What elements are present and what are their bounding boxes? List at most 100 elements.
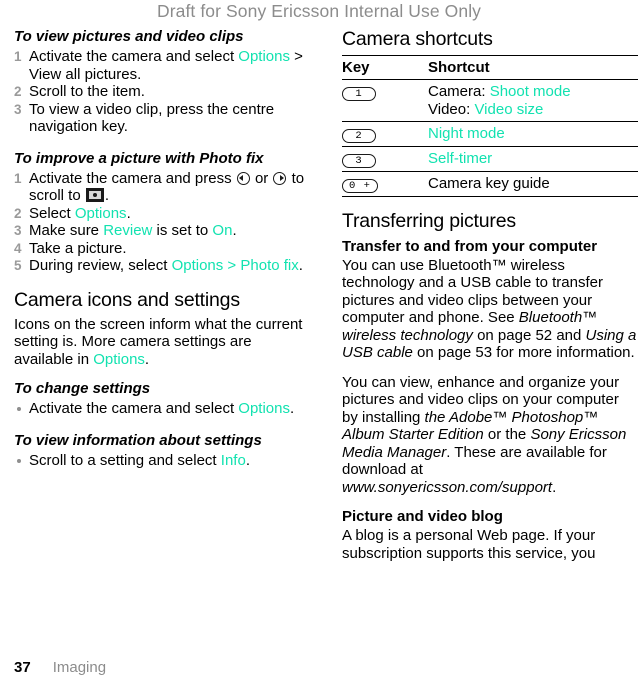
- step-text-post: .: [232, 222, 237, 239]
- bullet-text-post: .: [245, 451, 250, 469]
- bullet-text-pre: Scroll to a setting and select: [29, 451, 221, 469]
- subheading-picture-video-blog: Picture and video blog: [342, 508, 503, 526]
- table-cell-key: 0 +: [342, 171, 428, 198]
- keypad-key-icon: 0 +: [342, 179, 378, 194]
- procedure-heading-change-settings: To change settings: [14, 380, 151, 398]
- section-heading-camera-icons: Camera icons and settings: [14, 288, 240, 311]
- navigation-key-left-icon: [236, 171, 250, 185]
- camera-shortcuts-table: Key Shortcut 1 Camera: Shoot mode Video:…: [342, 55, 638, 198]
- step-text-pre: To view a video clip, press the centre n…: [29, 100, 275, 136]
- step-text-pre: Take a picture.: [29, 239, 127, 257]
- chapter-name: Imaging: [52, 659, 107, 676]
- table-row: 3 Self-timer: [342, 146, 638, 173]
- step-item: To view a video clip, press the centre n…: [14, 101, 310, 136]
- page-footer: 37 Imaging: [14, 659, 106, 676]
- ui-link-options[interactable]: Options: [238, 48, 290, 65]
- table-cell-key: 1: [342, 79, 428, 123]
- table-cell-shortcut: Self-timer: [428, 146, 638, 173]
- steps-view-pictures: Activate the camera and select Options >…: [14, 48, 310, 136]
- section-heading-transferring-pictures: Transferring pictures: [342, 210, 516, 233]
- ui-link-options[interactable]: Options: [93, 351, 145, 368]
- ui-link-video-size[interactable]: Video size: [474, 101, 543, 118]
- shortcut-label: Camera key guide: [428, 175, 550, 193]
- step-text-post: .: [104, 187, 110, 204]
- paragraph-camera-icons: Icons on the screen inform what the curr…: [14, 316, 310, 369]
- draft-watermark: Draft for Sony Ericsson Internal Use Onl…: [156, 1, 482, 21]
- procedure-heading-view-pictures: To view pictures and video clips: [14, 28, 244, 45]
- shortcut-label: Camera:: [428, 83, 490, 101]
- ui-link-on[interactable]: On: [212, 222, 232, 239]
- table-row: 2 Night mode: [342, 121, 638, 148]
- paragraph-text-d: .: [552, 478, 557, 496]
- step-item: Activate the camera and press or to scro…: [14, 170, 310, 205]
- bullet-text-pre: Activate the camera and select: [29, 400, 239, 418]
- step-text-pre: Make sure: [29, 222, 104, 239]
- step-item: Make sure Review is set to On.: [14, 222, 310, 240]
- section-heading-camera-shortcuts: Camera shortcuts: [342, 28, 493, 50]
- table-cell-shortcut: Night mode: [428, 121, 638, 148]
- paragraph-text-c: on page 53 for more information.: [412, 344, 635, 362]
- paragraph-text-b: on page 52 and: [472, 326, 586, 344]
- ui-link-options[interactable]: Options: [238, 400, 290, 417]
- camera-icon: [85, 188, 104, 202]
- support-url[interactable]: www.sonyericsson.com/support: [342, 479, 552, 496]
- table-header-row: Key Shortcut: [342, 55, 638, 81]
- procedure-heading-view-info: To view information about settings: [14, 431, 262, 449]
- table-row: 0 + Camera key guide: [342, 171, 638, 198]
- step-item: Scroll to the item.: [14, 83, 310, 101]
- step-text-pre: During review, select: [29, 257, 172, 274]
- paragraph-text-b: or the: [483, 426, 531, 444]
- step-text-mid: or: [250, 169, 273, 187]
- paragraph-software: You can view, enhance and organize your …: [342, 374, 638, 497]
- ui-link-night-mode[interactable]: Night mode: [428, 125, 505, 142]
- list-item: Scroll to a setting and select Info.: [14, 452, 310, 470]
- paragraph-blog: A blog is a personal Web page. If your s…: [342, 527, 596, 562]
- procedure-heading-photo-fix: To improve a picture with Photo fix: [14, 149, 264, 167]
- ui-link-options[interactable]: Options: [75, 205, 127, 222]
- step-text-post: .: [298, 257, 303, 274]
- step-text-pre: Select: [29, 204, 75, 222]
- manual-page: Draft for Sony Ericsson Internal Use Onl…: [0, 0, 638, 685]
- paragraph-text-pre: Icons on the screen inform what the curr…: [14, 315, 303, 368]
- table-cell-key: 2: [342, 121, 428, 148]
- keypad-key-icon: 3: [342, 154, 376, 169]
- shortcut-label: Video:: [428, 100, 475, 118]
- keypad-key-icon: 1: [342, 87, 376, 102]
- step-text-mid: >: [223, 257, 241, 274]
- step-text-pre: Activate the camera and press: [29, 169, 236, 187]
- table-cell-shortcut: Camera: Shoot mode Video: Video size: [428, 79, 638, 123]
- step-item: During review, select Options > Photo fi…: [14, 257, 310, 275]
- step-item: Select Options.: [14, 205, 310, 223]
- step-text-mid: is set to: [152, 222, 213, 239]
- ui-link-photo-fix[interactable]: Photo fix: [240, 257, 298, 274]
- column-header-shortcut: Shortcut: [428, 55, 638, 81]
- paragraph-text-post: .: [144, 350, 150, 368]
- bullet-text-post: .: [289, 400, 295, 418]
- step-item: Take a picture.: [14, 240, 310, 258]
- step-item: Activate the camera and select Options >…: [14, 48, 310, 83]
- list-item: Activate the camera and select Options.: [14, 400, 310, 418]
- right-column: Camera shortcuts Key Shortcut 1 Camera: …: [342, 28, 638, 562]
- table-cell-key: 3: [342, 146, 428, 173]
- steps-photo-fix: Activate the camera and press or to scro…: [14, 170, 310, 275]
- ui-link-review[interactable]: Review: [103, 222, 152, 239]
- step-text-pre: Activate the camera and select: [29, 48, 239, 65]
- ui-link-options[interactable]: Options: [172, 257, 224, 274]
- bullets-view-info: Scroll to a setting and select Info.: [14, 452, 310, 470]
- step-text-pre: Scroll to the item.: [29, 83, 145, 100]
- subheading-transfer-computer: Transfer to and from your computer: [342, 237, 598, 255]
- table-cell-shortcut: Camera key guide: [428, 171, 638, 198]
- left-column: To view pictures and video clips Activat…: [14, 28, 310, 483]
- bullets-change-settings: Activate the camera and select Options.: [14, 400, 310, 418]
- ui-link-info[interactable]: Info: [221, 452, 246, 469]
- table-row: 1 Camera: Shoot mode Video: Video size: [342, 79, 638, 123]
- navigation-key-right-icon: [273, 171, 287, 185]
- keypad-key-icon: 2: [342, 129, 376, 144]
- page-number: 37: [14, 659, 31, 676]
- two-column-body: To view pictures and video clips Activat…: [0, 28, 638, 648]
- step-text-post: .: [126, 204, 131, 222]
- paragraph-transfer-methods: You can use Bluetooth™ wireless technolo…: [342, 257, 638, 362]
- ui-link-self-timer[interactable]: Self-timer: [428, 150, 492, 167]
- column-header-key: Key: [342, 55, 428, 81]
- ui-link-shoot-mode[interactable]: Shoot mode: [490, 83, 571, 100]
